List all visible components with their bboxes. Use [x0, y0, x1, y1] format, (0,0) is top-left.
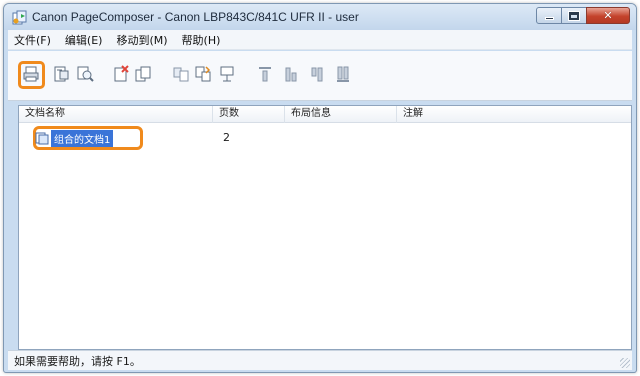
close-button[interactable]: ✕ — [586, 7, 630, 24]
minimize-icon — [537, 8, 561, 23]
window-controls: ✕ — [536, 7, 630, 24]
menu-move-to[interactable]: 移动到(M) — [116, 32, 167, 48]
column-header-pages[interactable]: 页数 — [213, 106, 285, 123]
menu-bar: 文件(F) 编辑(E) 移动到(M) 帮助(H) — [8, 30, 632, 50]
preview-icon[interactable] — [76, 65, 94, 83]
move-up-icon[interactable] — [282, 65, 300, 83]
window-title: Canon PageComposer - Canon LBP843C/841C … — [32, 10, 359, 24]
minimize-button[interactable] — [536, 7, 562, 24]
print-icon[interactable] — [22, 65, 40, 83]
document-list[interactable]: 文档名称 页数 布局信息 注解 组合的文档1 2 — [18, 105, 632, 350]
app-window: Canon PageComposer - Canon LBP843C/841C … — [3, 3, 637, 373]
column-header-layout-info[interactable]: 布局信息 — [285, 106, 397, 123]
maximize-button[interactable] — [561, 7, 587, 24]
column-header-document-name[interactable]: 文档名称 — [19, 106, 213, 123]
delete-icon[interactable] — [112, 65, 130, 83]
menu-file[interactable]: 文件(F) — [14, 32, 51, 48]
status-bar: 如果需要帮助，请按 F1。 — [8, 350, 632, 370]
split-icon[interactable] — [218, 65, 236, 83]
move-down-icon[interactable] — [308, 65, 326, 83]
resize-grip-icon[interactable] — [620, 358, 630, 368]
move-bottom-icon[interactable] — [334, 65, 352, 83]
page-setup-icon[interactable] — [52, 65, 70, 83]
list-header: 文档名称 页数 布局信息 注解 — [19, 106, 631, 123]
title-bar[interactable]: Canon PageComposer - Canon LBP843C/841C … — [4, 4, 636, 30]
toolbar — [8, 51, 632, 101]
document-name-cell[interactable]: 组合的文档1 — [35, 128, 114, 148]
move-top-icon[interactable] — [256, 65, 274, 83]
menu-help[interactable]: 帮助(H) — [182, 32, 221, 48]
status-text: 如果需要帮助，请按 F1。 — [14, 354, 141, 368]
copy-icon[interactable] — [134, 65, 152, 83]
table-row[interactable]: 组合的文档1 2 — [19, 126, 631, 150]
document-name: 组合的文档1 — [51, 129, 114, 147]
document-pages: 2 — [223, 131, 230, 144]
column-header-notes[interactable]: 注解 — [397, 106, 633, 123]
pagecomposer-app-icon — [12, 10, 28, 25]
menu-edit[interactable]: 编辑(E) — [65, 32, 103, 48]
combine-icon[interactable] — [194, 65, 212, 83]
merge-icon[interactable] — [172, 65, 190, 83]
close-icon: ✕ — [603, 9, 613, 22]
maximize-icon — [562, 8, 586, 23]
document-icon — [35, 131, 49, 145]
